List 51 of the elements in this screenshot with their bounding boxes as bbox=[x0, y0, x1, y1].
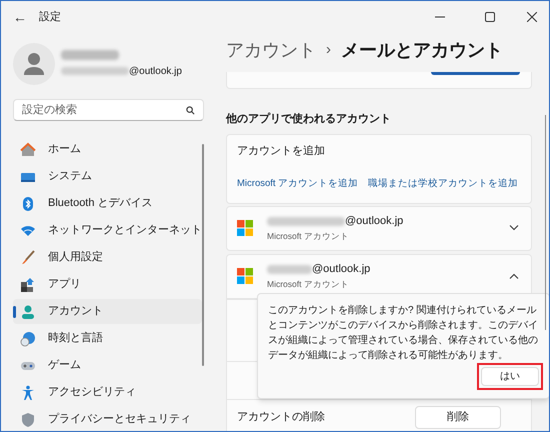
globe-icon bbox=[20, 330, 36, 346]
nav-item[interactable]: アプリ bbox=[13, 272, 202, 297]
nav-item[interactable]: ホーム bbox=[13, 137, 202, 162]
redacted-name bbox=[61, 50, 119, 60]
bluetooth-icon bbox=[20, 196, 36, 212]
apps-icon bbox=[20, 276, 36, 292]
search-field[interactable]: 設定の検索 bbox=[13, 99, 204, 121]
shield-icon bbox=[20, 412, 36, 428]
breadcrumb-link[interactable]: アカウント bbox=[226, 38, 316, 62]
nav-item[interactable]: システム bbox=[13, 164, 202, 189]
nav-item[interactable]: ネットワークとインターネット bbox=[13, 218, 202, 243]
profile-email: @outlook.jp bbox=[129, 64, 182, 78]
person-icon bbox=[20, 304, 36, 320]
account-type: Microsoft アカウント bbox=[267, 278, 350, 291]
page-title: メールとアカウント bbox=[341, 39, 503, 62]
close-icon[interactable] bbox=[527, 12, 537, 22]
nav-item[interactable]: アカウント bbox=[13, 299, 202, 324]
window-title: 設定 bbox=[39, 10, 61, 25]
account-card[interactable]: @outlook.jp Microsoft アカウント bbox=[226, 254, 532, 298]
home-icon bbox=[20, 142, 36, 158]
nav-item[interactable]: ゲーム bbox=[13, 353, 202, 378]
section-heading: 他のアプリで使われるアカウント bbox=[226, 112, 392, 127]
card-title: アカウントを追加 bbox=[237, 144, 326, 158]
windows-logo-icon bbox=[237, 268, 253, 284]
add-account-link[interactable]: Microsoft アカウントを追加 bbox=[237, 177, 358, 192]
account-email: @outlook.jp bbox=[345, 214, 404, 230]
yes-button[interactable]: はい bbox=[481, 366, 539, 386]
account-card[interactable]: @outlook.jp Microsoft アカウント bbox=[226, 206, 532, 250]
setting-label: アカウントの削除 bbox=[237, 410, 325, 425]
search-icon bbox=[186, 106, 195, 115]
account-email: @outlook.jp bbox=[312, 262, 370, 278]
account-type: Microsoft アカウント bbox=[267, 230, 350, 243]
windows-logo-icon bbox=[237, 220, 253, 236]
nav-item[interactable]: 個人用設定 bbox=[13, 245, 202, 270]
breadcrumb-separator: › bbox=[326, 40, 331, 60]
nav-item[interactable]: 時刻と言語 bbox=[13, 326, 202, 351]
nav-item[interactable]: プライバシーとセキュリティ bbox=[13, 407, 202, 431]
maximize-icon[interactable] bbox=[485, 12, 495, 22]
remove-button[interactable]: 削除 bbox=[415, 406, 501, 428]
nav-item[interactable]: アクセシビリティ bbox=[13, 380, 202, 405]
add-account-link[interactable]: 職場または学校アカウントを追加 bbox=[368, 177, 518, 192]
chevron-down-icon[interactable] bbox=[509, 225, 519, 231]
chevron-up-icon[interactable] bbox=[509, 273, 519, 279]
redacted-email bbox=[61, 67, 129, 75]
back-button[interactable]: ← bbox=[13, 6, 27, 28]
accessibility-icon bbox=[20, 384, 36, 400]
avatar-icon bbox=[13, 43, 55, 85]
confirm-message: このアカウントを削除しますか? 関連付けられているメールとコンテンツがこのデバイスから削除されます。このデバイスが組織によって管理されている場合、保存されている他のデータが組織によって削除される可能性があります。 bbox=[268, 304, 539, 362]
brush-icon bbox=[20, 250, 36, 266]
nav-item[interactable]: Bluetooth とデバイス bbox=[13, 191, 202, 216]
redacted-email bbox=[267, 265, 312, 274]
